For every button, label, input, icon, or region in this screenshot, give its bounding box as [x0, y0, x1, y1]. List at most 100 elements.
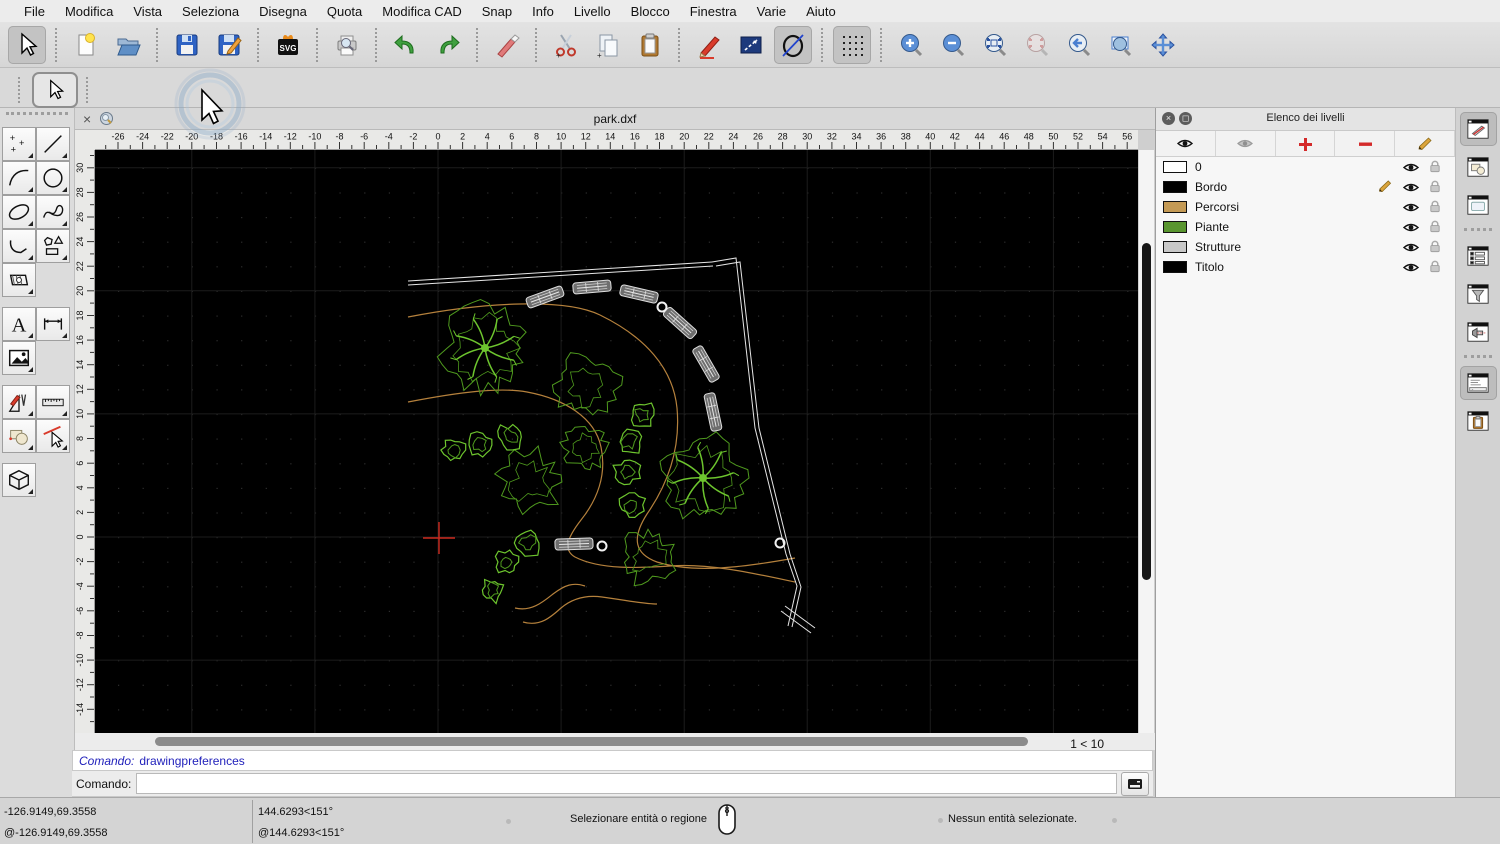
vertical-scrollbar-thumb[interactable]: [1142, 243, 1151, 580]
horizontal-scrollbar[interactable]: 1 < 10: [95, 736, 1110, 751]
menu-quota[interactable]: Quota: [317, 4, 372, 19]
copy-button[interactable]: +: [589, 26, 627, 64]
toolbar-drag-handle[interactable]: [18, 77, 24, 103]
horizontal-scrollbar-thumb[interactable]: [155, 737, 1028, 746]
layer-visibility-icon[interactable]: [1402, 261, 1420, 279]
add-layer-button[interactable]: [1276, 131, 1336, 156]
edit-layer-button[interactable]: [1395, 131, 1455, 156]
svg-export-button[interactable]: SVG: [269, 26, 307, 64]
zoom-auto-button[interactable]: [976, 26, 1014, 64]
tool-circle-button[interactable]: [36, 161, 70, 195]
zoom-out-button[interactable]: [934, 26, 972, 64]
menu-livello[interactable]: Livello: [564, 4, 621, 19]
dock-library-browser-button[interactable]: [1460, 188, 1497, 222]
dock-block-list-button[interactable]: [1460, 150, 1497, 184]
dock-command-line-button[interactable]: >: [1459, 366, 1497, 400]
isometric-ellipse-button[interactable]: [774, 25, 812, 64]
layer-row-0[interactable]: 0: [1156, 157, 1455, 177]
tool-dimension-button[interactable]: [36, 307, 70, 341]
tool-ellipse-button[interactable]: [2, 195, 36, 229]
tool-hatch-button[interactable]: [2, 263, 36, 297]
menu-varie[interactable]: Varie: [747, 4, 796, 19]
layer-lock-icon[interactable]: [1427, 220, 1443, 238]
menu-file[interactable]: File: [14, 4, 55, 19]
dock-filter-button[interactable]: [1460, 277, 1497, 311]
mouse-icon: [716, 802, 738, 841]
dock-divider: [1464, 228, 1492, 233]
menu-vista[interactable]: Vista: [123, 4, 172, 19]
tool-select-delete-button[interactable]: [36, 419, 70, 453]
main-toolbar: SVG + +: [0, 22, 1500, 68]
menu-modifica[interactable]: Modifica: [55, 4, 123, 19]
attributes-pencil-button[interactable]: [690, 26, 728, 64]
layer-lock-icon[interactable]: [1427, 200, 1443, 218]
menu-finestra[interactable]: Finestra: [680, 4, 747, 19]
layer-row-titolo[interactable]: Titolo: [1156, 257, 1455, 277]
tool-cube-3d-button[interactable]: [2, 463, 36, 497]
grid-toggle-button[interactable]: [833, 25, 871, 64]
block-edit-button[interactable]: [732, 26, 770, 64]
tool-text-button[interactable]: A: [2, 307, 36, 341]
tool-measure-button[interactable]: [36, 385, 70, 419]
selection-tool-button[interactable]: [32, 72, 78, 108]
print-preview-button[interactable]: [328, 26, 366, 64]
tool-image-button[interactable]: [2, 341, 36, 375]
layer-lock-icon[interactable]: [1427, 260, 1443, 278]
palette-drag-handle[interactable]: [6, 112, 68, 125]
new-file-button[interactable]: [67, 26, 105, 64]
tool-trim-button[interactable]: [2, 419, 36, 453]
undo-button[interactable]: [387, 26, 425, 64]
dock-clipboard-button[interactable]: [1460, 404, 1497, 438]
svg-text:-26: -26: [111, 132, 124, 142]
dock-inspector-button[interactable]: [1460, 315, 1497, 349]
save-button[interactable]: [168, 26, 206, 64]
dock-entity-list-button[interactable]: [1460, 239, 1497, 273]
zoom-in-button[interactable]: [892, 26, 930, 64]
command-input[interactable]: [136, 773, 1117, 794]
pan-button[interactable]: [1144, 26, 1182, 64]
svg-text:-16: -16: [235, 132, 248, 142]
dock-layer-list-button[interactable]: [1459, 112, 1497, 146]
show-all-layers-button[interactable]: [1156, 131, 1216, 156]
menu-blocco[interactable]: Blocco: [621, 4, 680, 19]
tool-polygon-button[interactable]: [36, 229, 70, 263]
statusbar-divider: [252, 800, 253, 843]
menu-snap[interactable]: Snap: [472, 4, 522, 19]
command-history: Comando: drawingpreferences: [72, 750, 1153, 771]
menu-aiuto[interactable]: Aiuto: [796, 4, 846, 19]
layer-row-percorsi[interactable]: Percorsi: [1156, 197, 1455, 217]
layer-row-strutture[interactable]: Strutture: [1156, 237, 1455, 257]
layer-lock-icon[interactable]: [1427, 240, 1443, 258]
keyboard-toggle-button[interactable]: [1121, 771, 1149, 796]
menu-seleziona[interactable]: Seleziona: [172, 4, 249, 19]
tool-arc-button[interactable]: [2, 161, 36, 195]
tool-modify-button[interactable]: [2, 385, 36, 419]
menu-info[interactable]: Info: [522, 4, 564, 19]
layer-row-piante[interactable]: Piante: [1156, 217, 1455, 237]
hide-all-layers-button[interactable]: [1216, 131, 1276, 156]
zoom-window-button[interactable]: [1102, 26, 1140, 64]
paste-button[interactable]: [631, 26, 669, 64]
layer-lock-icon[interactable]: [1427, 180, 1443, 198]
menu-modifica-cad[interactable]: Modifica CAD: [372, 4, 471, 19]
tool-points-button[interactable]: + + +: [2, 127, 36, 161]
toolbar-drag-handle[interactable]: [86, 77, 92, 103]
svg-text:56: 56: [1122, 132, 1132, 142]
select-cursor-button[interactable]: [8, 25, 46, 64]
layer-row-bordo[interactable]: Bordo: [1156, 177, 1455, 197]
open-file-button[interactable]: [109, 26, 147, 64]
tool-spline-button[interactable]: [36, 195, 70, 229]
svg-text:+: +: [597, 51, 602, 59]
remove-layer-button[interactable]: [1335, 131, 1396, 156]
redo-button[interactable]: [429, 26, 467, 64]
vertical-scrollbar[interactable]: [1138, 150, 1154, 733]
save-as-button[interactable]: [210, 26, 248, 64]
cut-button[interactable]: +: [547, 26, 585, 64]
delete-eraser-button[interactable]: [488, 26, 526, 64]
menu-disegna[interactable]: Disegna: [249, 4, 317, 19]
drawing-canvas[interactable]: [95, 150, 1138, 733]
zoom-previous-button[interactable]: [1060, 26, 1098, 64]
layer-lock-icon[interactable]: [1427, 160, 1443, 178]
tool-polyline-button[interactable]: [2, 229, 36, 263]
tool-line-button[interactable]: [36, 127, 70, 161]
